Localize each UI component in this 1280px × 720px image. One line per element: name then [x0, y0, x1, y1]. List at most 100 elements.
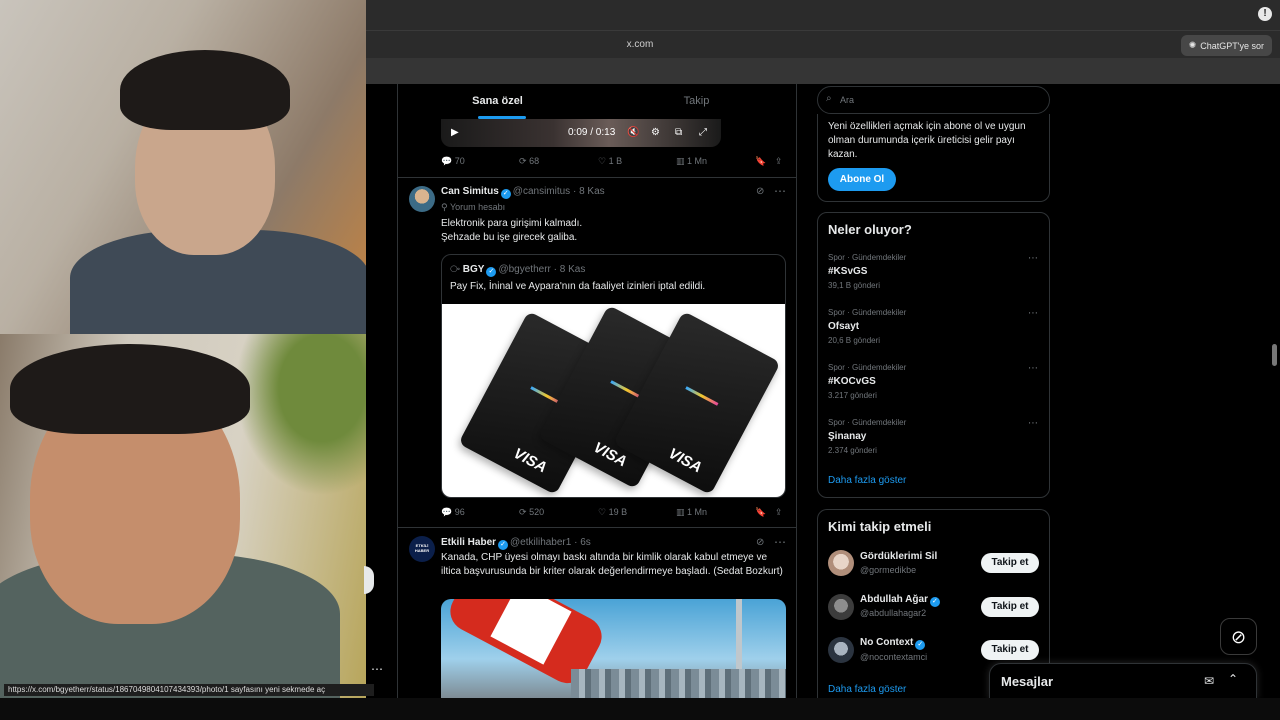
webcam-feed-bottom — [0, 334, 366, 700]
verified-icon: ✓ — [498, 540, 509, 550]
tab-for-you[interactable]: Sana özel — [398, 84, 597, 119]
reply-count: 70 — [454, 156, 465, 166]
more-icon[interactable]: ⋯ — [774, 535, 786, 549]
bookmark-icon[interactable]: 🔖 — [755, 156, 766, 167]
like-count: 1 B — [608, 156, 623, 166]
subscribe-button[interactable]: Abone Ol — [828, 168, 896, 191]
timeline-tabs: Sana özel Takip — [398, 84, 796, 119]
search-input[interactable]: ⌕ Ara — [817, 86, 1050, 114]
play-icon[interactable]: ▶ — [451, 127, 459, 138]
share-icon[interactable]: ⇪ — [775, 156, 783, 167]
reply-button[interactable]: 💬 70 — [441, 156, 465, 167]
chatgpt-icon: ✺ — [1188, 40, 1197, 50]
person-hair — [120, 50, 290, 130]
follow-user-name-text: No Context — [860, 637, 914, 648]
grok-icon[interactable]: ⊘ — [756, 537, 764, 548]
follow-user-handle: @gormedikbe — [860, 565, 917, 575]
trends-panel: Neler oluyor? Spor · Gündemdekiler #KSvG… — [817, 212, 1050, 498]
chatgpt-ask-label: ChatGPT'ye sor — [1200, 40, 1264, 51]
follow-user-name[interactable]: Abdullah Ağar ✓ — [860, 594, 942, 607]
pip-icon[interactable]: ⧉ — [675, 127, 682, 138]
search-placeholder: Ara — [840, 95, 855, 105]
avatar[interactable]: ETKİLİ HABER — [409, 536, 435, 562]
divider — [398, 177, 796, 178]
more-icon[interactable]: ⋯ — [1028, 308, 1038, 319]
repost-icon: ⟳ — [519, 156, 527, 166]
trends-show-more-link[interactable]: Daha fazla göster — [828, 475, 906, 486]
fullscreen-icon[interactable]: ⤢ — [699, 127, 707, 138]
more-icon[interactable]: ⋯ — [774, 184, 786, 198]
mute-icon[interactable]: 🔇 — [627, 127, 639, 138]
author-handle[interactable]: @etkilihaber1 — [510, 537, 571, 548]
account-label-text: Yorum hesabı — [449, 202, 506, 212]
expand-icon[interactable]: ⌃ — [1228, 672, 1238, 686]
canada-flag-image[interactable] — [441, 599, 786, 698]
follow-button[interactable]: Takip et — [981, 597, 1039, 617]
like-button[interactable]: ♡ 19 B — [598, 507, 627, 518]
messages-drawer[interactable]: Mesajlar ✉ ⌃ — [989, 663, 1257, 699]
tweet-header: Etkili Haber ✓ @etkilihaber1 · 6s — [441, 537, 591, 550]
tweet-actions: 💬 70 ⟳ 68 ♡ 1 B ▥ 1 Mn 🔖 ⇪ — [441, 156, 786, 172]
visa-cards-image[interactable]: VISA VISA VISA — [442, 304, 785, 497]
verified-icon: ✓ — [486, 267, 497, 277]
reply-count: 96 — [454, 507, 465, 517]
settings-icon[interactable]: ⚙ — [651, 127, 660, 138]
person-hair — [10, 344, 250, 434]
trend-count: 39,1 B gönderi — [828, 281, 881, 290]
reply-icon: 💬 — [441, 156, 453, 166]
more-icon[interactable]: ⋯ — [1028, 418, 1038, 429]
author-name[interactable]: Can Simitus — [441, 186, 499, 197]
avatar[interactable] — [828, 550, 854, 576]
author-handle[interactable]: @cansimitus — [513, 186, 570, 197]
avatar[interactable] — [828, 637, 854, 663]
who-to-follow-title: Kimi takip etmeli — [828, 519, 932, 534]
repost-button[interactable]: ⟳ 520 — [519, 507, 544, 518]
verified-icon: ✓ — [915, 640, 926, 650]
follow-button[interactable]: Takip et — [981, 553, 1039, 573]
premium-panel: Yeni özellikleri açmak için abone ol ve … — [817, 114, 1050, 202]
author-name[interactable]: Etkili Haber — [441, 537, 496, 548]
trend-category: Spor · Gündemdekiler — [828, 418, 907, 427]
tab-following[interactable]: Takip — [597, 84, 796, 119]
skyline — [571, 669, 786, 698]
tweet-text: Elektronik para girişimi kalmadı. Şehzad… — [441, 217, 781, 245]
repost-button[interactable]: ⟳ 68 — [519, 156, 539, 167]
quoted-tweet[interactable]: ⧂ BGY ✓ @bgyetherr · 8 Kas Pay Fix, İninal… — [441, 254, 786, 498]
info-icon[interactable]: ! — [1258, 7, 1272, 21]
avatar[interactable] — [828, 594, 854, 620]
more-icon[interactable]: ⋯ — [1028, 253, 1038, 264]
verified-icon: ✓ — [500, 189, 511, 199]
new-message-icon[interactable]: ✉ — [1204, 674, 1214, 688]
tweet-text-line2: Şehzade bu işe girecek galiba. — [441, 232, 578, 243]
webcam-feed-top — [0, 0, 366, 334]
divider — [398, 527, 796, 528]
chatgpt-ask-button[interactable]: ✺ ChatGPT'ye sor — [1180, 35, 1272, 56]
grok-icon[interactable]: ⊘ — [756, 186, 764, 197]
url-text[interactable]: x.com — [600, 39, 680, 50]
heart-icon: ♡ — [598, 156, 607, 166]
views-button[interactable]: ▥ 1 Mn — [676, 156, 707, 167]
views-button[interactable]: ▥ 1 Mn — [676, 507, 707, 518]
quote-handle: @bgyetherr — [498, 264, 551, 275]
more-icon[interactable]: ⋯ — [371, 662, 383, 676]
tweet-time[interactable]: · 6s — [574, 537, 591, 548]
quote-time: · 8 Kas — [553, 264, 586, 275]
like-button[interactable]: ♡ 1 B — [598, 156, 622, 167]
share-icon[interactable]: ⇪ — [775, 507, 783, 518]
scrollbar[interactable] — [1272, 344, 1277, 366]
who-to-follow-show-more-link[interactable]: Daha fazla göster — [828, 684, 906, 695]
grok-icon[interactable]: ⊘ — [1220, 618, 1257, 655]
more-icon[interactable]: ⋯ — [1028, 363, 1038, 374]
reply-button[interactable]: 💬 96 — [441, 507, 465, 518]
slide-handle[interactable] — [364, 566, 374, 594]
reply-icon: 💬 — [441, 507, 453, 517]
plant — [220, 334, 366, 514]
tweet-time[interactable]: · 8 Kas — [573, 186, 605, 197]
follow-button[interactable]: Takip et — [981, 640, 1039, 660]
quote-author-name: BGY — [462, 264, 485, 275]
follow-user-name[interactable]: No Context ✓ — [860, 637, 927, 650]
bookmark-icon[interactable]: 🔖 — [755, 507, 766, 518]
follow-user-name[interactable]: Gördüklerimi Sil — [860, 551, 937, 562]
avatar[interactable] — [409, 186, 435, 212]
follow-user-handle: @nocontextamci — [860, 652, 928, 662]
